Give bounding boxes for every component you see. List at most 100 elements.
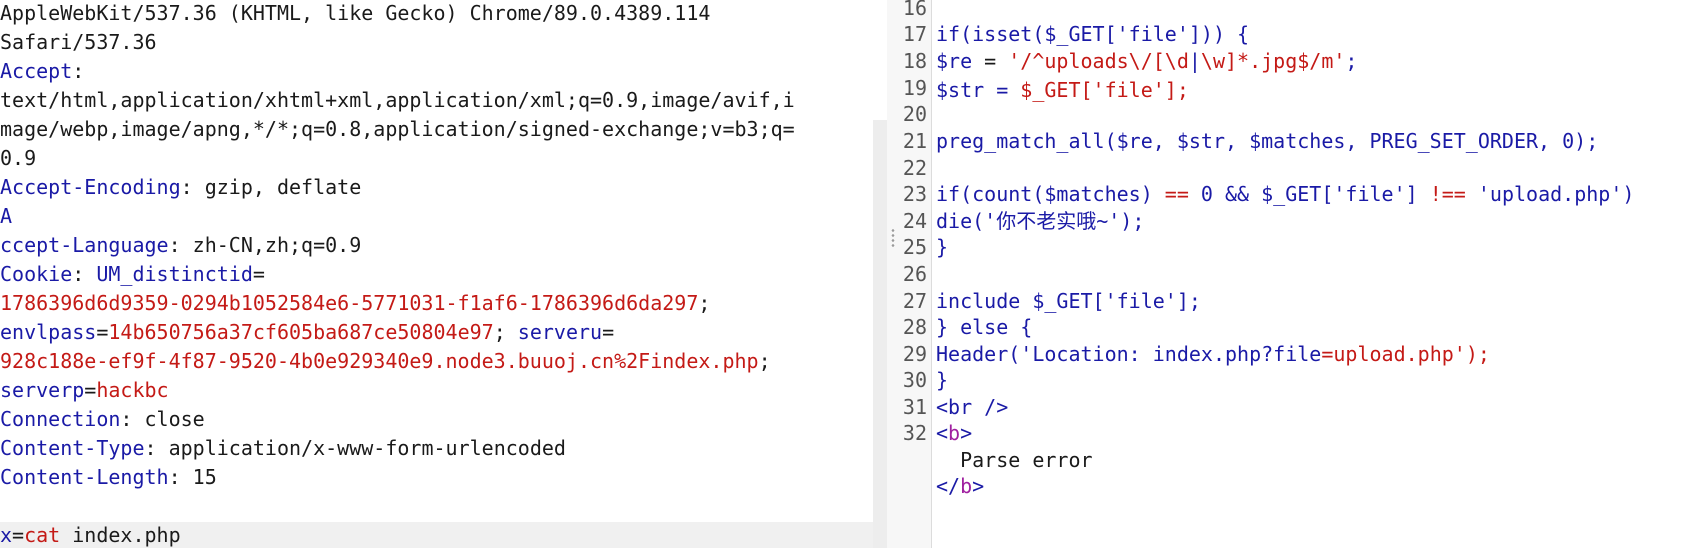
code-29-c: ); <box>1465 342 1490 366</box>
cookie-value-um-distinctid: 1786396d6d9359-0294b1052584e6-5771031-f1… <box>0 291 699 315</box>
line-number: 23 <box>902 182 927 206</box>
code-line-21: preg_match_all($re, $str, $matches, PREG… <box>936 129 1599 153</box>
code-23-c: 'upload.php') <box>1465 182 1635 206</box>
code-close-tag: b <box>960 474 973 498</box>
accept-language-line-2: ccept-Language: zh-CN,zh;q=0.9 <box>0 231 361 260</box>
cookie-eq-2: = <box>96 320 109 344</box>
request-body-line[interactable]: x=cat index.php <box>0 521 181 548</box>
body-param-key: x <box>0 523 13 547</box>
accept-value-line-1: text/html,application/xhtml+xml,applicat… <box>0 86 795 115</box>
code-23-op1: == <box>1164 182 1189 206</box>
code-19-b: $_GET['file']; <box>1020 78 1189 102</box>
line-number: 25 <box>902 235 927 259</box>
splitter-grip-icon[interactable] <box>891 228 895 248</box>
line-number: 30 <box>902 368 927 392</box>
line-number: 32 <box>902 421 927 445</box>
accept-language-line-1: A <box>0 202 12 231</box>
code-line-24: die('你不老实哦~'); <box>936 209 1145 233</box>
line-number: 22 <box>902 156 927 180</box>
line-number: 24 <box>902 209 927 233</box>
code-line-17: if(isset($_GET['file'])) { <box>936 22 1250 46</box>
accept-encoding-line: Accept-Encoding: gzip, deflate <box>0 173 361 202</box>
code-19-a: $str = <box>936 78 1021 102</box>
accept-language-value: : zh-CN,zh;q=0.9 <box>168 233 362 257</box>
cookie-name-envlpass: envlpass <box>0 320 97 344</box>
cookie-line-3: envlpass=14b650756a37cf605ba687ce50804e9… <box>0 318 614 347</box>
code-32-close: > <box>960 421 973 445</box>
accept-value-2: mage/webp,image/apng,*/*;q=0.8,applicati… <box>0 117 795 141</box>
code-23-a: if(count($matches) <box>936 182 1165 206</box>
code-line-31: <br /> <box>936 395 1009 419</box>
accept-header-line: Accept: <box>0 57 84 86</box>
content-length-line: Content-Length: 15 <box>0 463 217 492</box>
pane-splitter[interactable] <box>887 0 901 548</box>
cookie-name-serverp: serverp <box>0 378 85 402</box>
accept-value-line-2: mage/webp,image/apng,*/*;q=0.8,applicati… <box>0 115 795 144</box>
accept-value-3: 0.9 <box>0 146 37 170</box>
code-line-28: } else { <box>936 315 1033 339</box>
code-line-25: } <box>936 235 949 259</box>
code-18-pipe: | <box>1188 49 1201 73</box>
cookie-semi-3: ; <box>758 349 771 373</box>
code-29-b: upload.php' <box>1333 342 1466 366</box>
cookie-line-4: 928c188e-ef9f-4f87-9520-4b0e929340e9.nod… <box>0 347 771 376</box>
code-23-b: 0 && $_GET['file'] <box>1188 182 1430 206</box>
accept-value-1: text/html,application/xhtml+xml,applicat… <box>0 88 795 112</box>
line-number: 29 <box>902 342 927 366</box>
cookie-name-um-distinctid: UM_distinctid <box>96 262 253 286</box>
code-close-close: > <box>972 474 985 498</box>
connection-key: Connection <box>0 407 121 431</box>
cookie-key: Cookie <box>0 262 73 286</box>
code-line-18: $re = '/^uploads\/[\d|\w]*.jpg$/m'; <box>936 47 1357 76</box>
cookie-eq-3: = <box>602 320 615 344</box>
cookie-semi-1: ; <box>698 291 711 315</box>
cookie-sep: : <box>72 262 97 286</box>
user-agent-text-1: AppleWebKit/537.36 (KHTML, like Gecko) C… <box>0 1 711 25</box>
user-agent-line-2: Safari/537.36 <box>0 28 157 57</box>
cookie-line-5: serverp=hackbc <box>0 376 169 405</box>
accept-language-key-rest: ccept-Language <box>0 233 169 257</box>
line-number: 31 <box>902 395 927 419</box>
user-agent-text-2: Safari/537.36 <box>0 30 157 54</box>
cookie-name-serveru: serveru <box>517 320 603 344</box>
line-number: 27 <box>902 289 927 313</box>
code-18-op: = <box>972 49 1009 73</box>
content-length-key: Content-Length <box>0 465 169 489</box>
content-type-line: Content-Type: application/x-www-form-url… <box>0 434 566 463</box>
code-23-op2: !== <box>1429 182 1466 206</box>
code-line-close-b: </b> <box>936 472 984 501</box>
code-18-var: $re <box>936 49 973 73</box>
request-scrollbar-thumb[interactable] <box>873 120 887 548</box>
accept-encoding-key: Accept-Encoding <box>0 175 181 199</box>
code-32-open: < <box>936 421 949 445</box>
cookie-value-serveru: 928c188e-ef9f-4f87-9520-4b0e929340e9.nod… <box>0 349 759 373</box>
cookie-line-1: Cookie: UM_distinctid= <box>0 260 265 289</box>
accept-key: Accept <box>0 59 73 83</box>
code-29-a: Header('Location: index.php?file <box>936 342 1322 366</box>
cookie-semi-2: ; <box>493 320 518 344</box>
line-number: 26 <box>902 262 927 286</box>
cookie-eq-4: = <box>84 378 97 402</box>
code-line-19: $str = $_GET['file']; <box>936 76 1189 105</box>
code-18-str-b: \w]*.jpg$/m' <box>1200 49 1346 73</box>
cookie-line-2: 1786396d6d9359-0294b1052584e6-5771031-f1… <box>0 289 710 318</box>
cookie-eq-1: = <box>252 262 265 286</box>
line-number: 17 <box>902 22 927 46</box>
code-close-open: </ <box>936 474 961 498</box>
cookie-value-envlpass: 14b650756a37cf605ba687ce50804e97 <box>108 320 494 344</box>
accept-encoding-value: : gzip, deflate <box>180 175 362 199</box>
code-line-27: include $_GET['file']; <box>936 289 1201 313</box>
connection-line: Connection: close <box>0 405 205 434</box>
code-18-str-a: '/^uploads\/[\d <box>1008 49 1189 73</box>
content-type-value: : application/x-www-form-urlencoded <box>144 436 566 460</box>
body-param-rest: index.php <box>60 523 181 547</box>
accept-sep: : <box>72 59 85 83</box>
connection-value: : close <box>120 407 205 431</box>
line-number: 18 <box>902 49 927 73</box>
content-length-value: : 15 <box>168 465 217 489</box>
code-32-tag: b <box>948 421 961 445</box>
accept-language-key-first: A <box>0 204 13 228</box>
request-editor-pane[interactable]: AppleWebKit/537.36 (KHTML, like Gecko) C… <box>0 0 873 548</box>
user-agent-line-1: AppleWebKit/537.36 (KHTML, like Gecko) C… <box>0 0 710 28</box>
line-number: 21 <box>902 129 927 153</box>
